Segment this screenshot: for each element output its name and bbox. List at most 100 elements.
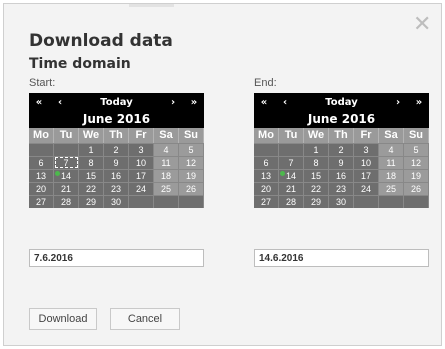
end-date-input[interactable]	[254, 249, 429, 267]
start-day-cell[interactable]: 30	[104, 195, 129, 208]
end-day-cell[interactable]: 24	[354, 182, 379, 195]
section-title: Time domain	[29, 56, 131, 72]
end-day-cell[interactable]: 25	[379, 182, 404, 195]
start-day-cell[interactable]: 22	[79, 182, 104, 195]
end-day-cell[interactable]: 15	[304, 169, 329, 182]
start-day-cell[interactable]: 29	[79, 195, 104, 208]
end-day-cell[interactable]: 7	[279, 156, 304, 169]
download-button[interactable]: Download	[29, 308, 97, 330]
start-weekday-header: Fr	[129, 128, 154, 143]
cancel-button[interactable]: Cancel	[110, 308, 180, 330]
end-day-cell[interactable]: 5	[404, 143, 429, 156]
start-weekday-header: Tu	[54, 128, 79, 143]
start-day-cell[interactable]: 27	[29, 195, 54, 208]
start-day-cell[interactable]: 15	[79, 169, 104, 182]
end-day-cell[interactable]: 22	[304, 182, 329, 195]
start-day-cell[interactable]: 26	[179, 182, 204, 195]
start-weekday-header: Sa	[154, 128, 179, 143]
end-day-cell[interactable]: 10	[354, 156, 379, 169]
end-day-cell[interactable]: 11	[379, 156, 404, 169]
end-day-cell[interactable]: 2	[329, 143, 354, 156]
start-day-cell[interactable]: 6	[29, 156, 54, 169]
start-last-month-button[interactable]: »	[184, 97, 204, 108]
start-day-cell[interactable]: 11	[154, 156, 179, 169]
end-next-month-button[interactable]: ›	[387, 97, 409, 108]
dialog-title: Download data	[29, 31, 173, 51]
start-day-cell[interactable]: 4	[154, 143, 179, 156]
end-month-title: June 2016	[307, 112, 376, 126]
end-day-cell[interactable]: 29	[304, 195, 329, 208]
end-day-cell[interactable]: 9	[329, 156, 354, 169]
end-day-cell[interactable]: 12	[404, 156, 429, 169]
end-weekday-header: Fr	[354, 128, 379, 143]
start-day-grid: Mo Tu We Th Fr Sa Su 1 2 3 4 5 6 7 8 9 10 11 12 13 14 15 16 17 1…	[29, 128, 204, 208]
end-day-cell[interactable]: 14	[279, 169, 304, 182]
start-day-cell[interactable]: 25	[154, 182, 179, 195]
start-day-cell[interactable]: 12	[179, 156, 204, 169]
start-day-cell[interactable]: 21	[54, 182, 79, 195]
start-day-cell[interactable]: 19	[179, 169, 204, 182]
end-day-cell[interactable]: 16	[329, 169, 354, 182]
start-day-cell[interactable]: 8	[79, 156, 104, 169]
end-day-cell[interactable]: 1	[304, 143, 329, 156]
start-first-month-button[interactable]: «	[29, 97, 49, 108]
start-weekday-header: Su	[179, 128, 204, 143]
end-day-cell[interactable]: 17	[354, 169, 379, 182]
close-icon[interactable]: ✕	[413, 14, 431, 36]
start-day-cell[interactable]: 18	[154, 169, 179, 182]
end-weekday-header: We	[304, 128, 329, 143]
start-day-cell[interactable]: 16	[104, 169, 129, 182]
start-day-cell[interactable]: 14	[54, 169, 79, 182]
end-day-cell[interactable]: 6	[254, 156, 279, 169]
end-day-cell[interactable]: 21	[279, 182, 304, 195]
start-day-cell[interactable]: 23	[104, 182, 129, 195]
end-day-cell[interactable]: 26	[404, 182, 429, 195]
start-day-cell[interactable]: 3	[129, 143, 154, 156]
start-day-cell[interactable]: 2	[104, 143, 129, 156]
start-weekday-header: We	[79, 128, 104, 143]
end-label: End:	[254, 77, 277, 89]
start-day-cell[interactable]: 7	[54, 156, 79, 169]
end-weekday-header: Tu	[279, 128, 304, 143]
end-empty-day-cell	[404, 195, 429, 208]
end-empty-day-cell	[379, 195, 404, 208]
start-today-button[interactable]: Today	[71, 97, 162, 108]
start-day-cell[interactable]: 1	[79, 143, 104, 156]
download-dialog: ✕ Download data Time domain Start: « ‹ T…	[3, 3, 442, 346]
end-day-cell[interactable]: 3	[354, 143, 379, 156]
end-day-cell[interactable]: 30	[329, 195, 354, 208]
start-day-cell[interactable]: 20	[29, 182, 54, 195]
start-calendar: « ‹ Today › » June 2016 Mo Tu We Th Fr Sa Su 1 2…	[29, 93, 204, 208]
start-empty-day-cell	[29, 143, 54, 156]
end-prev-month-button[interactable]: ‹	[274, 97, 296, 108]
end-day-cell[interactable]: 28	[279, 195, 304, 208]
start-prev-month-button[interactable]: ‹	[49, 97, 71, 108]
end-day-cell[interactable]: 13	[254, 169, 279, 182]
start-day-cell[interactable]: 17	[129, 169, 154, 182]
start-calendar-nav: « ‹ Today › »	[29, 93, 204, 111]
end-empty-day-cell	[254, 143, 279, 156]
end-weekday-header: Sa	[379, 128, 404, 143]
end-day-cell[interactable]: 27	[254, 195, 279, 208]
end-empty-day-cell	[279, 143, 304, 156]
end-day-cell[interactable]: 20	[254, 182, 279, 195]
end-day-cell[interactable]: 8	[304, 156, 329, 169]
end-day-cell[interactable]: 18	[379, 169, 404, 182]
end-first-month-button[interactable]: «	[254, 97, 274, 108]
start-day-cell[interactable]: 13	[29, 169, 54, 182]
start-day-cell[interactable]: 24	[129, 182, 154, 195]
start-day-cell[interactable]: 9	[104, 156, 129, 169]
end-last-month-button[interactable]: »	[409, 97, 429, 108]
end-empty-day-cell	[354, 195, 379, 208]
end-day-cell[interactable]: 23	[329, 182, 354, 195]
start-next-month-button[interactable]: ›	[162, 97, 184, 108]
start-day-cell[interactable]: 28	[54, 195, 79, 208]
start-day-cell[interactable]: 10	[129, 156, 154, 169]
end-calendar-nav: « ‹ Today › »	[254, 93, 429, 111]
end-day-cell[interactable]: 19	[404, 169, 429, 182]
start-day-cell[interactable]: 5	[179, 143, 204, 156]
end-day-grid: Mo Tu We Th Fr Sa Su 1 2 3 4 5 6 7 8 9 10 11 12 13 14 15 16 17 1…	[254, 128, 429, 208]
start-date-input[interactable]	[29, 249, 204, 267]
end-today-button[interactable]: Today	[296, 97, 387, 108]
end-day-cell[interactable]: 4	[379, 143, 404, 156]
